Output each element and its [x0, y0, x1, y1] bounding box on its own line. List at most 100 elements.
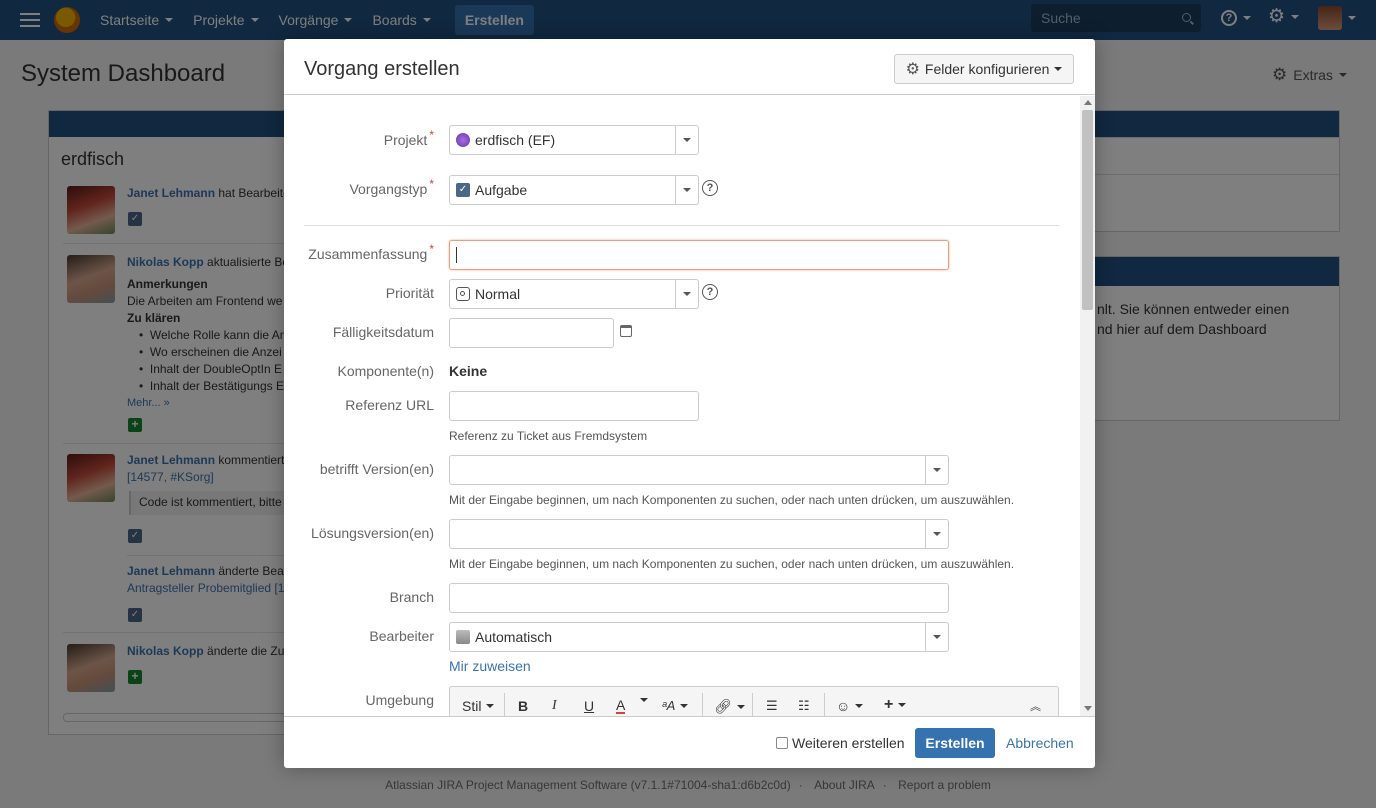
assign-to-me-link[interactable]: Mir zuweisen — [449, 658, 531, 674]
help-icon[interactable]: ? — [702, 180, 718, 196]
priority-select[interactable]: Normal — [449, 279, 699, 309]
project-value: erdfisch (EF) — [475, 132, 556, 148]
chevron-down-icon — [933, 532, 941, 536]
betrifft-version-label: betrifft Version(en) — [319, 461, 434, 477]
smiley-icon: ☺ — [836, 698, 851, 714]
dialog-footer: Weiteren erstellen Erstellen Abbrechen — [284, 716, 1095, 768]
dropdown-toggle[interactable] — [675, 176, 698, 204]
projekt-label: Projekt * — [383, 128, 434, 148]
configure-fields-label: Felder konfigurieren — [924, 61, 1050, 77]
underline-button[interactable]: U — [584, 698, 594, 714]
prioritaet-label: Priorität — [385, 285, 434, 301]
chevron-down-icon — [683, 138, 691, 142]
chevron-down-icon — [486, 704, 495, 708]
chevron-up-icon: ︽ — [1030, 701, 1041, 713]
text-cursor — [456, 247, 457, 263]
dropdown-toggle[interactable] — [675, 280, 698, 308]
chevron-down-icon — [855, 704, 864, 708]
required-icon: * — [429, 177, 434, 191]
scroll-down-icon[interactable] — [1084, 706, 1092, 711]
toolbar-separator — [824, 693, 825, 716]
bold-button[interactable]: B — [518, 698, 528, 714]
dropdown-toggle[interactable] — [675, 126, 698, 154]
fix-version-select[interactable] — [449, 519, 949, 549]
toolbar-separator — [504, 693, 505, 716]
italic-button[interactable]: I — [552, 698, 557, 714]
assignee-select[interactable]: Automatisch — [449, 622, 949, 652]
branch-input[interactable] — [449, 583, 949, 613]
branch-label: Branch — [389, 589, 434, 605]
reference-url-hint: Referenz zu Ticket aus Fremdsystem — [449, 429, 648, 443]
dropdown-toggle[interactable] — [925, 520, 948, 548]
reference-url-input[interactable] — [449, 391, 699, 421]
components-value: Keine — [449, 363, 488, 379]
project-avatar-icon — [456, 133, 470, 147]
summary-input[interactable] — [449, 240, 949, 270]
calendar-icon[interactable] — [620, 325, 632, 337]
dialog-scrollbar[interactable] — [1080, 96, 1095, 716]
style-dropdown[interactable]: Stil — [462, 698, 495, 714]
chevron-down-icon — [640, 698, 648, 702]
chevron-down-icon — [736, 704, 745, 709]
loesungsversion-label: Lösungsversion(en) — [311, 525, 434, 541]
chevron-down-icon — [933, 635, 941, 639]
referenz-url-label: Referenz URL — [345, 397, 434, 413]
scroll-up-icon[interactable] — [1084, 100, 1092, 105]
required-icon: * — [429, 242, 434, 256]
create-another-label[interactable]: Weiteren erstellen — [792, 735, 905, 751]
create-issue-dialog: Vorgang erstellen ⚙ Felder konfigurieren … — [284, 39, 1095, 768]
vorgangstyp-label-text: Vorgangstyp — [349, 181, 428, 197]
vorgangstyp-label: Vorgangstyp * — [349, 177, 434, 197]
bearbeiter-label: Bearbeiter — [369, 628, 434, 644]
emoticon-button[interactable]: ☺ — [836, 698, 864, 714]
gear-icon: ⚙ — [905, 61, 920, 78]
more-formatting-button[interactable]: ᵃA — [662, 698, 689, 713]
priority-value: Normal — [475, 286, 521, 302]
dropdown-toggle[interactable] — [925, 623, 948, 651]
link-button[interactable]: 🔗︎ — [714, 698, 745, 715]
collapse-toolbar-button[interactable]: ︽ — [1030, 698, 1041, 714]
priority-normal-icon — [456, 287, 470, 301]
chevron-down-icon — [680, 703, 689, 708]
required-icon: * — [429, 128, 434, 142]
dialog-header: Vorgang erstellen ⚙ Felder konfigurieren — [284, 39, 1095, 95]
toolbar-separator — [702, 693, 703, 716]
help-icon[interactable]: ? — [702, 284, 718, 300]
projekt-label-text: Projekt — [383, 132, 428, 148]
text-color-button[interactable]: A — [616, 698, 626, 714]
configure-fields-button[interactable]: ⚙ Felder konfigurieren — [894, 54, 1074, 84]
bullet-list-button[interactable]: ☰ — [766, 698, 778, 714]
chevron-down-icon — [683, 188, 691, 192]
text-color-dropdown[interactable] — [640, 698, 648, 702]
toolbar-separator — [752, 693, 753, 716]
issue-type-select[interactable]: ✓ Aufgabe — [449, 175, 699, 205]
project-select[interactable]: erdfisch (EF) — [449, 125, 699, 155]
zusammenfassung-label: Zusammenfassung * — [308, 242, 434, 262]
fix-version-hint: Mit der Eingabe beginnen, um nach Kompon… — [449, 557, 1015, 571]
chevron-down-icon — [933, 468, 941, 472]
komponenten-label: Komponente(n) — [337, 363, 434, 379]
chevron-down-icon — [898, 703, 907, 707]
user-avatar-icon — [456, 630, 470, 644]
issue-type-value: Aufgabe — [475, 182, 528, 198]
dialog-title: Vorgang erstellen — [304, 58, 460, 80]
divider — [304, 225, 1059, 226]
link-icon: 🔗︎ — [714, 698, 732, 714]
chevron-down-icon — [1054, 67, 1063, 71]
numbered-list-button[interactable]: ☷ — [798, 698, 810, 714]
submit-create-button[interactable]: Erstellen — [915, 728, 995, 758]
style-label: Stil — [462, 698, 482, 714]
dropdown-toggle[interactable] — [925, 456, 948, 484]
cancel-link[interactable]: Abbrechen — [1006, 735, 1074, 751]
task-type-icon: ✓ — [456, 183, 470, 197]
scrollbar-thumb[interactable] — [1082, 110, 1093, 310]
affects-version-select[interactable] — [449, 455, 949, 485]
assignee-value: Automatisch — [475, 629, 553, 645]
chevron-down-icon — [683, 292, 691, 296]
due-date-input[interactable] — [449, 318, 614, 348]
umgebung-label: Umgebung — [365, 692, 435, 708]
insert-button[interactable]: + — [884, 696, 907, 714]
create-another-checkbox[interactable] — [776, 737, 788, 749]
editor-toolbar: Stil B I U A ᵃA 🔗︎ ☰ ☷ ☺ + ︽ — [449, 686, 1059, 716]
affects-version-hint: Mit der Eingabe beginnen, um nach Kompon… — [449, 493, 1015, 507]
